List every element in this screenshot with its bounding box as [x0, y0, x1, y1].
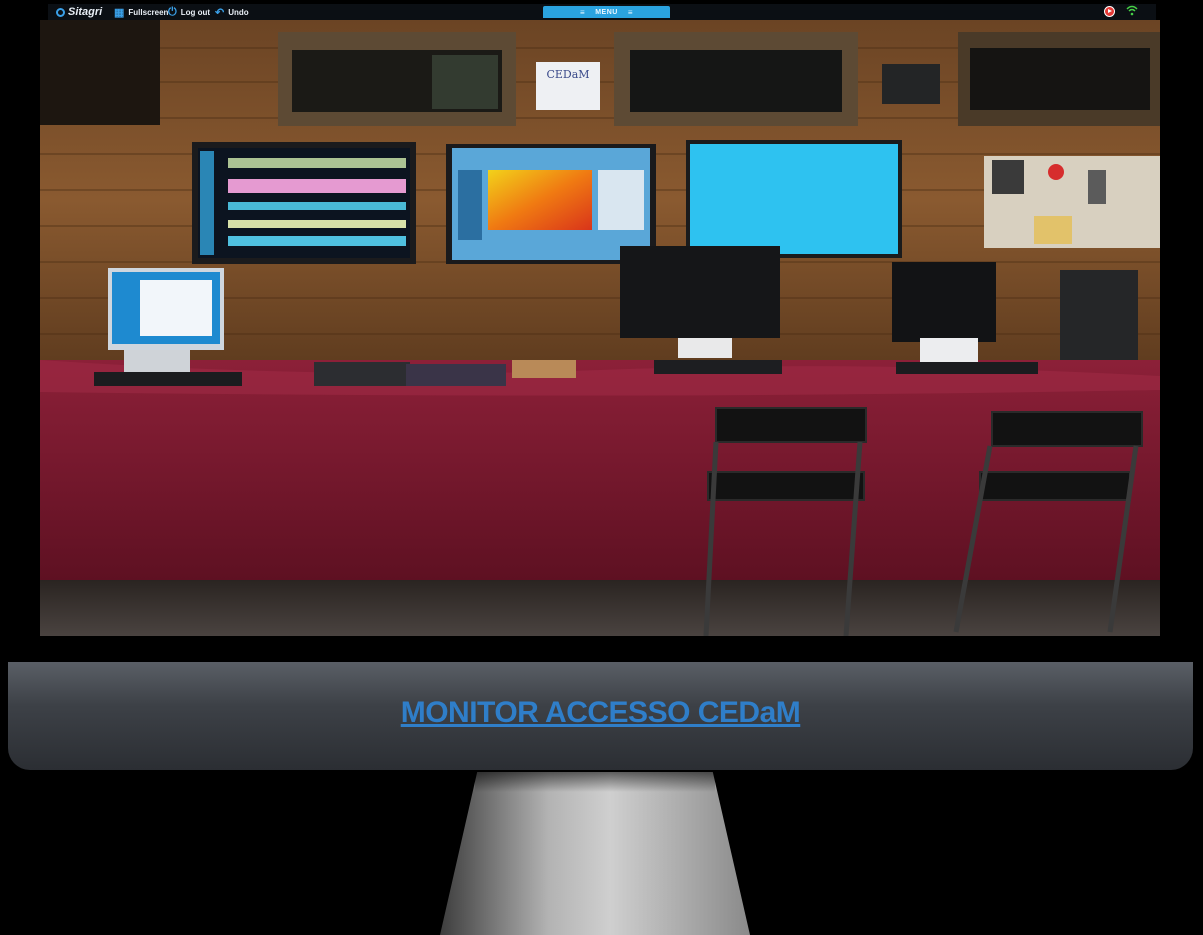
undo-label: Undo [228, 7, 249, 17]
menu-icon-left: ≡ [580, 7, 586, 17]
floor [40, 580, 1160, 636]
undo-icon: ↶ [215, 6, 225, 19]
sign-title: CEDaM [546, 68, 589, 81]
stand-shadow [475, 772, 715, 792]
fullscreen-button[interactable]: ▦ Fullscreen [114, 4, 168, 20]
room-photo: CEDaM [40, 20, 1160, 636]
logout-button[interactable]: ⏻ Log out [168, 4, 210, 20]
record-play-icon[interactable] [1104, 6, 1115, 17]
logout-label: Log out [180, 7, 211, 17]
wifi-icon [1126, 5, 1138, 19]
menu-button[interactable]: ≡ MENU ≡ [543, 6, 670, 18]
undo-button[interactable]: ↶ Undo [215, 4, 249, 20]
menu-label: MENU [595, 8, 618, 16]
brand-label: Sitagri [68, 6, 103, 18]
monitor-access-link[interactable]: MONITOR ACCESSO CEDaM [8, 696, 1193, 730]
monitor-stand [440, 772, 750, 935]
menu-icon-right: ≡ [627, 7, 633, 17]
sitagri-logo-icon [56, 7, 65, 17]
fullscreen-label: Fullscreen [128, 7, 169, 17]
top-toolbar: Sitagri ▦ Fullscreen ⏻ Log out ↶ Undo ≡ … [48, 4, 1156, 20]
window-left [40, 20, 160, 125]
monitor-screen: CEDaM [40, 20, 1160, 636]
brand[interactable]: Sitagri [56, 4, 102, 20]
grid-icon: ▦ [114, 6, 125, 19]
desk-monitor-right [892, 262, 996, 342]
desk-monitor-center [620, 246, 780, 338]
monitor-chin: MONITOR ACCESSO CEDaM [8, 662, 1193, 770]
power-icon: ⏻ [168, 5, 177, 18]
